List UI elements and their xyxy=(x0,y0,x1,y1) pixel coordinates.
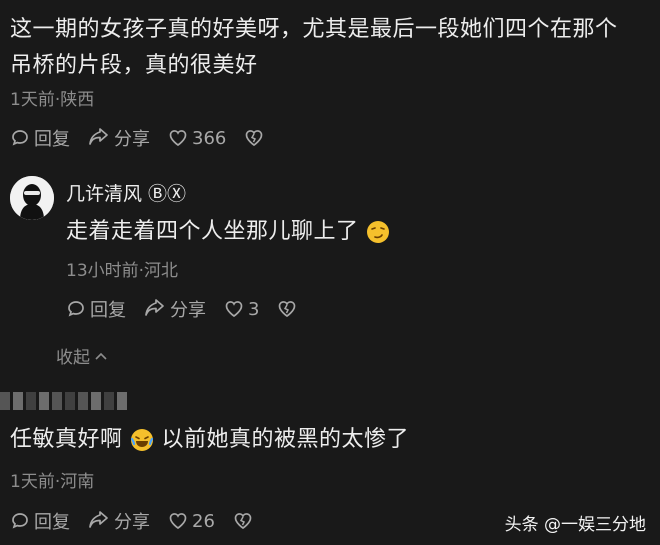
emoji-smirk-icon xyxy=(367,221,390,243)
share-arrow-icon xyxy=(145,299,164,316)
reply-button[interactable]: 回复 xyxy=(10,508,70,534)
heart-icon xyxy=(169,130,187,147)
share-label: 分享 xyxy=(114,129,150,150)
comment-line-1: 这一期的女孩子真的好美呀，尤其是最后一段她们四个在那个 xyxy=(10,17,618,42)
reply-actions: 回复 分享 3 xyxy=(66,296,319,322)
chevron-up-icon xyxy=(95,352,107,360)
share-button[interactable]: 分享 xyxy=(144,296,206,322)
share-button[interactable]: 分享 xyxy=(88,508,150,534)
reply-meta: 13小时前·河北 xyxy=(66,261,179,281)
chat-bubble-icon xyxy=(68,301,84,317)
masked-figure-icon xyxy=(10,176,54,220)
reply-text: 走着走着四个人坐那儿聊上了 xyxy=(66,214,390,250)
reply-button[interactable]: 回复 xyxy=(10,125,70,151)
share-label: 分享 xyxy=(114,512,150,533)
avatar[interactable] xyxy=(10,176,54,220)
broken-heart-icon xyxy=(234,513,252,530)
blurred-username xyxy=(0,392,127,410)
collapse-label: 收起 xyxy=(56,348,90,368)
like-count: 366 xyxy=(192,127,227,149)
share-arrow-icon xyxy=(89,511,108,528)
reply-label: 回复 xyxy=(34,129,70,150)
broken-heart-icon xyxy=(279,301,296,318)
watermark: 头条 @一娱三分地 xyxy=(504,515,646,535)
comment-line-2: 吊桥的片段，真的很美好 xyxy=(10,53,258,78)
comment-meta: 1天前·河南 xyxy=(10,472,95,492)
reply-label: 回复 xyxy=(90,300,126,321)
comment-text-before-emoji: 任敏真好啊 xyxy=(10,427,123,452)
reply-button[interactable]: 回复 xyxy=(66,296,126,322)
share-button[interactable]: 分享 xyxy=(88,125,150,151)
heart-icon xyxy=(225,301,243,318)
like-button[interactable]: 26 xyxy=(168,511,215,532)
comment-actions: 回复 分享 26 xyxy=(10,508,275,534)
chat-bubble-icon xyxy=(12,130,28,146)
like-button[interactable]: 366 xyxy=(168,128,226,149)
chat-bubble-icon xyxy=(12,513,28,529)
share-label: 分享 xyxy=(170,300,206,321)
like-button[interactable]: 3 xyxy=(224,299,259,320)
comment-text: 任敏真好啊 以前她真的被黑的太惨了 xyxy=(10,422,409,458)
dislike-button[interactable] xyxy=(233,511,257,531)
comment-text: 这一期的女孩子真的好美呀，尤其是最后一段她们四个在那个 吊桥的片段，真的很美好 xyxy=(10,12,650,84)
share-arrow-icon xyxy=(89,128,108,145)
comment-meta: 1天前·陕西 xyxy=(10,90,95,110)
comment-actions: 回复 分享 366 xyxy=(10,125,286,151)
broken-heart-icon xyxy=(246,130,263,147)
reply-text-body: 走着走着四个人坐那儿聊上了 xyxy=(66,219,359,244)
username[interactable]: 几许清风 ⒷⓍ xyxy=(66,179,186,206)
heart-icon xyxy=(169,513,187,530)
emoji-laughing-crying-icon xyxy=(130,429,154,451)
reply-label: 回复 xyxy=(34,512,70,533)
collapse-button[interactable]: 收起 xyxy=(56,343,109,368)
like-count: 26 xyxy=(192,510,215,532)
comment-text-after-emoji: 以前她真的被黑的太惨了 xyxy=(161,427,410,452)
dislike-button[interactable] xyxy=(244,128,268,148)
like-count: 3 xyxy=(248,298,260,320)
dislike-button[interactable] xyxy=(277,299,301,319)
